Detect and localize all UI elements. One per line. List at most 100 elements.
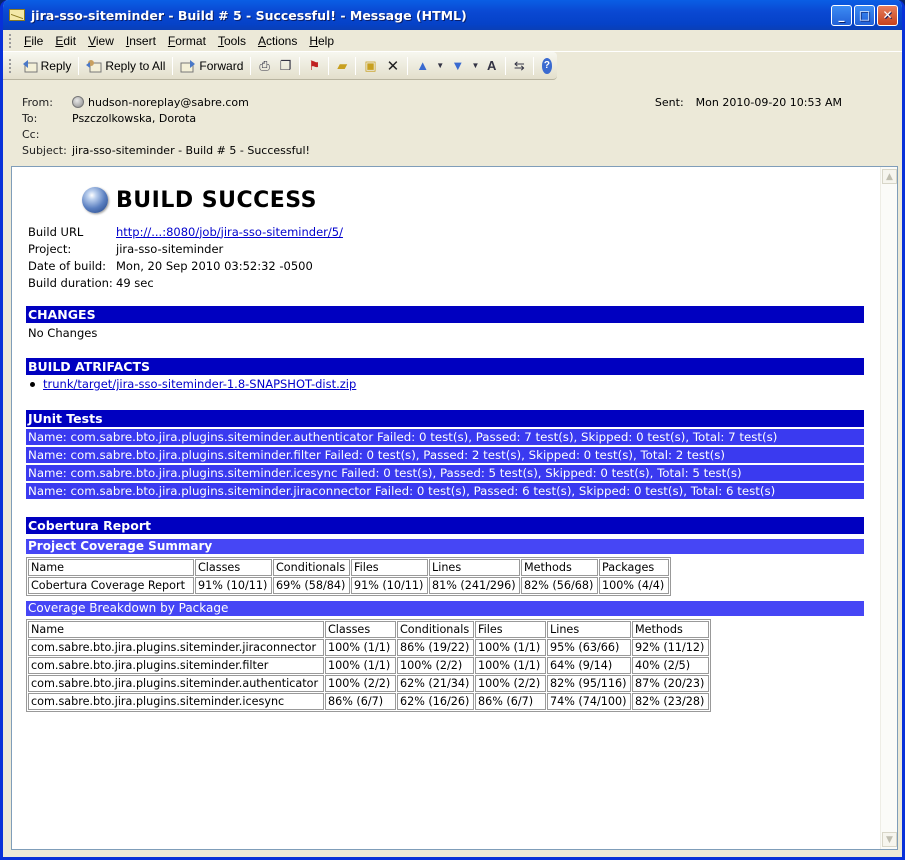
table-cell: 100% (1/1) (325, 639, 396, 656)
menu-tools[interactable]: Tools (212, 32, 252, 50)
menu-help[interactable]: Help (303, 32, 340, 50)
table-row: com.sabre.bto.jira.plugins.siteminder.ic… (28, 693, 709, 710)
flag-icon[interactable]: ⚑ (308, 58, 320, 74)
menu-format[interactable]: Format (162, 32, 212, 50)
table-header-cell: Packages (599, 559, 669, 576)
from-value[interactable]: hudson-noreplay@sabre.com (88, 96, 249, 109)
artifacts-header: BUILD ATRIFACTS (26, 358, 864, 375)
font-size-icon[interactable]: A (487, 58, 497, 74)
from-label: From: (22, 95, 53, 109)
toolbar-separator (250, 56, 252, 75)
move-to-folder-icon[interactable]: ▣ (364, 58, 376, 74)
table-cell: 95% (63/66) (547, 639, 631, 656)
scroll-up-arrow-icon[interactable]: ▲ (882, 169, 897, 184)
forward-button[interactable]: Forward (176, 56, 247, 76)
from-row: From: hudson-noreplay@sabre.com (22, 94, 249, 110)
bullet-icon (30, 381, 35, 387)
standard-toolbar: Reply Reply to All Forward ⎙ ❐ ⚑ ▰ ▣ ✕ ▲… (3, 52, 557, 80)
table-cell: 91% (10/11) (195, 577, 272, 594)
scroll-down-arrow-icon[interactable]: ▼ (882, 832, 897, 847)
table-cell: 100% (1/1) (475, 657, 546, 674)
sent-row: Sent: Mon 2010-09-20 10:53 AM (655, 96, 842, 109)
table-cell: com.sabre.bto.jira.plugins.siteminder.au… (28, 675, 324, 692)
reply-button[interactable]: Reply (18, 56, 76, 76)
table-cell: 69% (58/84) (273, 577, 350, 594)
table-header-cell: Methods (632, 621, 709, 638)
print-icon[interactable]: ⎙ (259, 58, 269, 74)
coverage-summary-table: Name Classes Conditionals Files Lines Me… (26, 557, 671, 596)
menu-edit[interactable]: Edit (49, 32, 82, 50)
table-header-row: Name Classes Conditionals Files Lines Me… (28, 559, 669, 576)
menu-actions[interactable]: Actions (252, 32, 303, 50)
previous-item-icon[interactable]: ▲ (416, 58, 429, 74)
table-header-row: Name Classes Conditionals Files Lines Me… (28, 621, 709, 638)
table-row: com.sabre.bto.jira.plugins.siteminder.au… (28, 675, 709, 692)
artifact-link[interactable]: trunk/target/jira-sso-siteminder-1.8-SNA… (43, 377, 356, 391)
project-label: Project: (28, 241, 72, 256)
table-header-cell: Name (28, 559, 194, 576)
table-cell: 74% (74/100) (547, 693, 631, 710)
build-url-label: Build URL (28, 224, 84, 239)
junit-row: Name: com.sabre.bto.jira.plugins.sitemin… (26, 483, 864, 499)
subject-row: Subject: jira-sso-siteminder - Build # 5… (22, 142, 310, 158)
help-icon[interactable]: ? (541, 57, 553, 74)
changes-text: No Changes (28, 326, 98, 340)
vertical-scrollbar[interactable]: ▲ ▼ (880, 167, 897, 849)
minimize-button[interactable]: _ (831, 4, 852, 26)
cc-label: Cc: (22, 127, 40, 141)
junit-row: Name: com.sabre.bto.jira.plugins.sitemin… (26, 465, 864, 481)
menu-view[interactable]: View (82, 32, 120, 50)
envelope-icon (9, 9, 25, 21)
artifact-item: trunk/target/jira-sso-siteminder-1.8-SNA… (28, 377, 356, 391)
table-cell: 92% (11/12) (632, 639, 709, 656)
table-header-cell: Name (28, 621, 324, 638)
menu-insert[interactable]: Insert (120, 32, 162, 50)
table-cell: Cobertura Coverage Report (28, 577, 194, 594)
toolbar-separator (532, 56, 534, 75)
sent-value: Mon 2010-09-20 10:53 AM (695, 96, 842, 109)
table-cell: 100% (1/1) (325, 657, 396, 674)
next-item-icon[interactable]: ▼ (451, 58, 464, 74)
maximize-button[interactable]: □ (854, 4, 875, 26)
close-button[interactable]: ✕ (877, 4, 898, 26)
chevron-down-icon[interactable]: ▼ (435, 58, 445, 74)
menu-bar: File Edit View Insert Format Tools Actio… (3, 30, 902, 52)
build-url-link[interactable]: http://...:8080/job/jira-sso-siteminder/… (116, 225, 343, 239)
cc-row: Cc: (22, 126, 72, 142)
date-value: Mon, 20 Sep 2010 03:52:32 -0500 (116, 258, 313, 273)
to-value[interactable]: Pszczolkowska, Dorota (72, 112, 196, 125)
table-cell: 87% (20/23) (632, 675, 709, 692)
folder-icon[interactable]: ▰ (337, 58, 347, 74)
table-cell: 86% (6/7) (325, 693, 396, 710)
title-bar[interactable]: jira-sso-siteminder - Build # 5 - Succes… (3, 0, 902, 30)
table-cell: 81% (241/296) (429, 577, 520, 594)
copy-icon[interactable]: ❐ (280, 58, 292, 74)
toolbar-separator (328, 56, 330, 75)
table-cell: 91% (10/11) (351, 577, 428, 594)
duration-label: Build duration: (28, 275, 113, 290)
table-cell: 64% (9/14) (547, 657, 631, 674)
reply-all-button[interactable]: Reply to All (82, 56, 169, 76)
date-label: Date of build: (28, 258, 107, 273)
window-title: jira-sso-siteminder - Build # 5 - Succes… (31, 7, 467, 23)
toolbar-separator (355, 56, 357, 75)
chevron-down-icon[interactable]: ▼ (470, 58, 480, 74)
table-cell: 100% (4/4) (599, 577, 669, 594)
table-cell: 62% (21/34) (397, 675, 474, 692)
table-header-cell: Files (475, 621, 546, 638)
changes-header: CHANGES (26, 306, 864, 323)
menu-file[interactable]: File (18, 32, 49, 50)
delete-icon[interactable]: ✕ (387, 58, 400, 75)
table-cell: 82% (95/116) (547, 675, 631, 692)
table-cell: 82% (23/28) (632, 693, 709, 710)
encoding-icon[interactable]: ⇆ (514, 58, 525, 74)
toolbar-separator (504, 56, 506, 75)
to-row: To: Pszczolkowska, Dorota (22, 110, 196, 126)
table-cell: 82% (56/68) (521, 577, 598, 594)
table-header-cell: Classes (195, 559, 272, 576)
message-window: jira-sso-siteminder - Build # 5 - Succes… (0, 0, 905, 860)
table-row: com.sabre.bto.jira.plugins.siteminder.fi… (28, 657, 709, 674)
table-cell: com.sabre.bto.jira.plugins.siteminder.ic… (28, 693, 324, 710)
junit-row: Name: com.sabre.bto.jira.plugins.sitemin… (26, 429, 864, 445)
message-body[interactable]: BUILD SUCCESS Build URL http://...:8080/… (11, 166, 898, 850)
